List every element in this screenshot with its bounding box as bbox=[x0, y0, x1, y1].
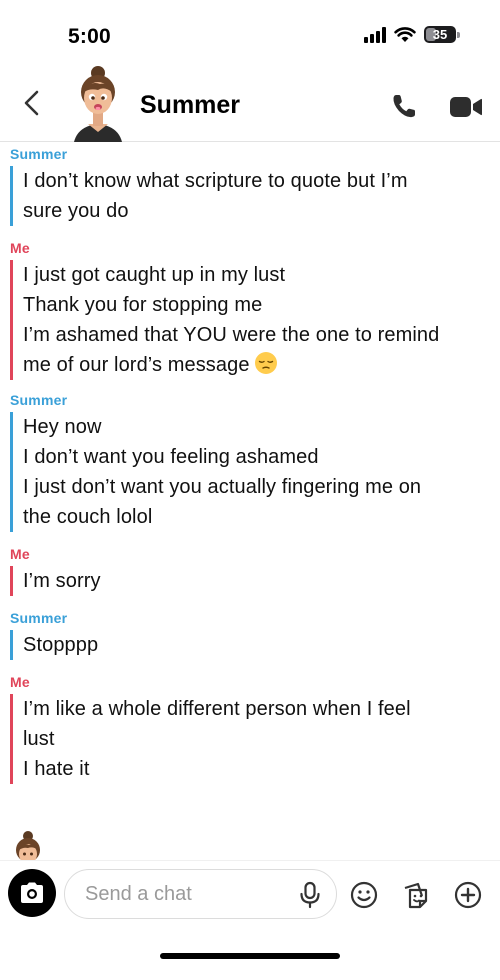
chat-input[interactable] bbox=[64, 869, 337, 919]
message-group: Me I just got caught up in my lust Thank… bbox=[10, 240, 500, 380]
message-body[interactable]: I don’t know what scripture to quote but… bbox=[10, 166, 500, 226]
avatar[interactable] bbox=[70, 64, 126, 142]
status-icons: 35 bbox=[364, 26, 460, 43]
sender-label: Summer bbox=[10, 392, 68, 408]
message-line-with-emoji: me of our lord’s message bbox=[23, 350, 500, 380]
message-list: Summer I don’t know what scripture to qu… bbox=[0, 142, 500, 784]
message-line: I’m sorry bbox=[23, 570, 101, 592]
battery-icon: 35 bbox=[424, 26, 456, 43]
status-time: 5:00 bbox=[68, 25, 111, 48]
message-group: Me I’m sorry bbox=[10, 546, 500, 596]
sender-label: Summer bbox=[10, 146, 68, 162]
camera-button[interactable] bbox=[8, 869, 56, 917]
pensive-face-emoji bbox=[254, 352, 277, 374]
message-body[interactable]: I just got caught up in my lust Thank yo… bbox=[10, 260, 500, 380]
chat-composer bbox=[0, 860, 500, 930]
chat-header: Summer bbox=[0, 62, 500, 142]
message-line: I just don’t want you actually fingering… bbox=[23, 476, 422, 498]
message-group: Summer Stopppp bbox=[10, 610, 500, 660]
wifi-icon bbox=[394, 26, 416, 42]
plus-icon[interactable] bbox=[454, 881, 482, 909]
home-indicator[interactable] bbox=[160, 953, 340, 959]
message-line: I’m like a whole different person when I… bbox=[23, 698, 411, 720]
sender-label: Summer bbox=[10, 610, 68, 626]
status-bar: 5:00 35 bbox=[0, 0, 500, 70]
sender-label: Me bbox=[10, 546, 30, 562]
video-camera-icon[interactable] bbox=[450, 96, 482, 118]
camera-icon bbox=[21, 882, 43, 903]
message-line: Thank you for stopping me bbox=[23, 294, 263, 316]
message-line: sure you do bbox=[23, 200, 129, 222]
friend-presence-avatar bbox=[16, 831, 40, 860]
message-line: Hey now bbox=[23, 416, 102, 438]
message-group: Summer Hey now I don’t want you feeling … bbox=[10, 392, 500, 532]
message-line: Stopppp bbox=[23, 634, 99, 656]
message-line: the couch lolol bbox=[23, 506, 153, 528]
message-line: lust bbox=[23, 728, 55, 750]
message-line: I hate it bbox=[23, 758, 90, 780]
sticker-icon[interactable] bbox=[402, 881, 430, 909]
message-line: I’m ashamed that YOU were the one to rem… bbox=[23, 324, 440, 346]
message-group: Summer I don’t know what scripture to qu… bbox=[10, 146, 500, 226]
message-group: Me I’m like a whole different person whe… bbox=[10, 674, 500, 784]
chevron-left-icon[interactable] bbox=[18, 88, 48, 118]
message-body[interactable]: I’m sorry bbox=[10, 566, 500, 596]
phone-icon[interactable] bbox=[390, 92, 418, 120]
smiley-icon[interactable] bbox=[350, 881, 378, 909]
message-body[interactable]: Stopppp bbox=[10, 630, 500, 660]
sender-label: Me bbox=[10, 674, 30, 690]
microphone-icon[interactable] bbox=[298, 881, 322, 909]
message-body[interactable]: Hey now I don’t want you feeling ashamed… bbox=[10, 412, 500, 532]
message-line: me of our lord’s message bbox=[23, 354, 250, 376]
message-line: I don’t want you feeling ashamed bbox=[23, 446, 319, 468]
message-body[interactable]: I’m like a whole different person when I… bbox=[10, 694, 500, 784]
chat-title[interactable]: Summer bbox=[140, 91, 240, 120]
cellular-signal-icon bbox=[364, 26, 386, 43]
message-line: I just got caught up in my lust bbox=[23, 264, 286, 286]
message-line: I don’t know what scripture to quote but… bbox=[23, 170, 408, 192]
battery-percent: 35 bbox=[432, 27, 448, 42]
sender-label: Me bbox=[10, 240, 30, 256]
